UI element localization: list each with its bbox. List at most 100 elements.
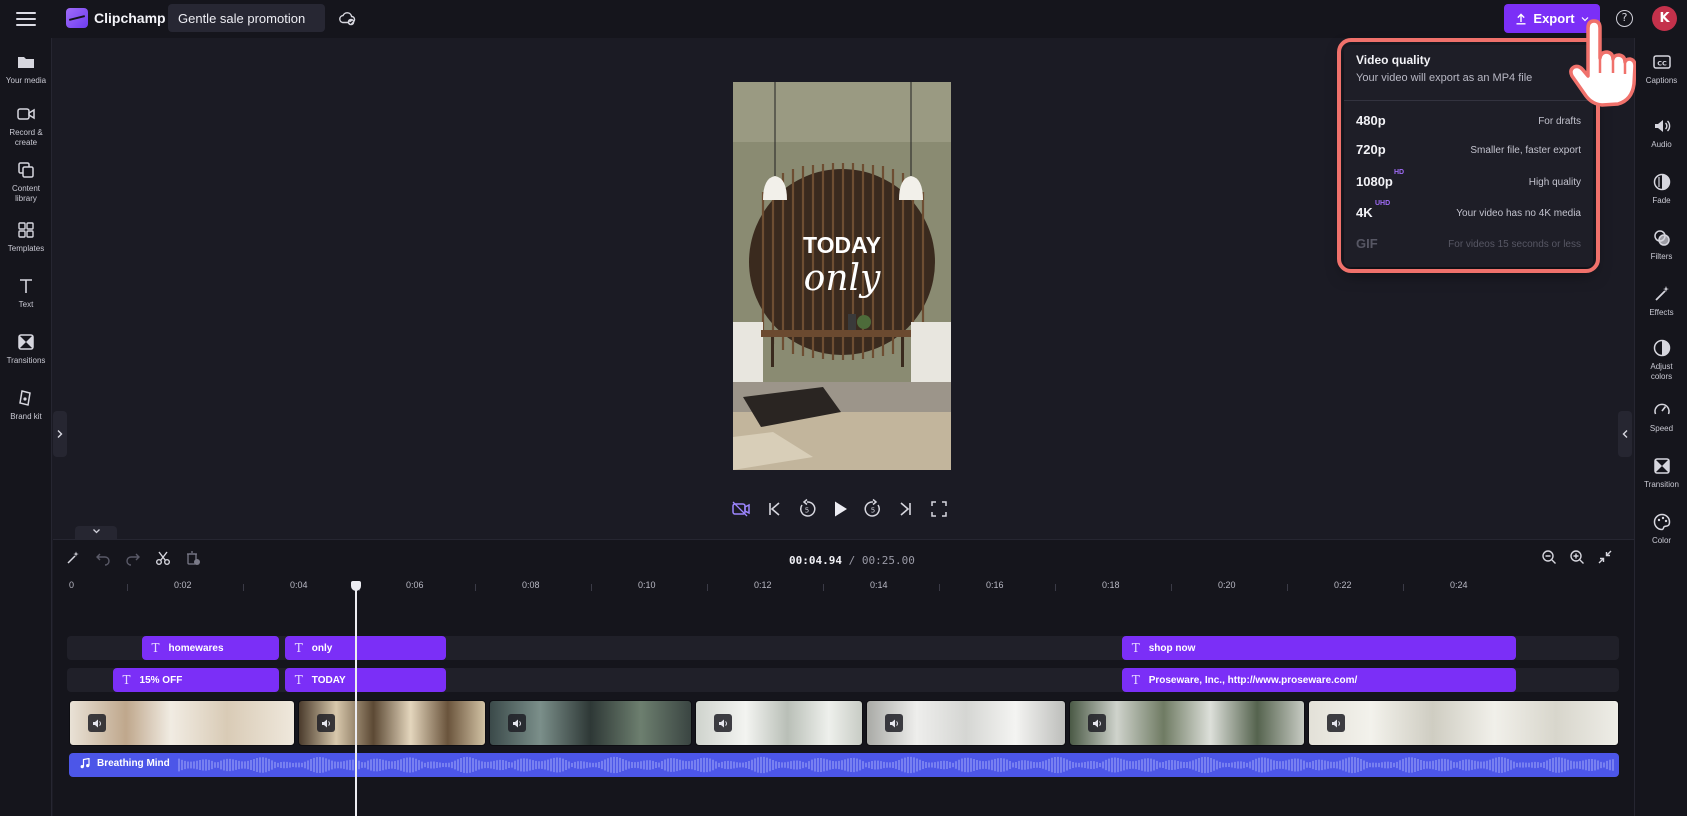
speaker-icon[interactable] xyxy=(1327,714,1345,732)
ruler-label: 0:04 xyxy=(290,580,308,590)
fit-timeline-icon[interactable] xyxy=(1597,549,1613,565)
sidebar-item-label: Fade xyxy=(1652,196,1671,205)
skip-forward-icon[interactable] xyxy=(895,498,917,520)
sidebar-item-filters[interactable]: Filters xyxy=(1635,228,1687,262)
text-clip[interactable]: Thomewares xyxy=(141,636,279,660)
text-type-icon: T xyxy=(122,673,131,687)
ruler-label: 0 xyxy=(69,580,75,590)
sidebar-item-captions[interactable]: CC Captions xyxy=(1635,52,1687,86)
fade-icon xyxy=(1653,173,1670,191)
library-icon xyxy=(18,162,34,178)
hand-pointer-icon xyxy=(1569,19,1636,107)
svg-text:5: 5 xyxy=(871,507,875,515)
right-sidebar: CC Captions Audio Fade Filters Effects A… xyxy=(1634,38,1687,816)
sidebar-item-text[interactable]: Text xyxy=(0,276,52,310)
skip-back-icon[interactable] xyxy=(763,498,785,520)
text-type-icon: T xyxy=(294,641,303,655)
scissors-icon[interactable] xyxy=(155,550,171,566)
video-clip-5[interactable] xyxy=(866,700,1066,746)
sidebar-item-your-media[interactable]: Your media xyxy=(0,52,52,86)
play-icon[interactable] xyxy=(829,498,851,520)
ruler-label: 0:22 xyxy=(1334,580,1352,590)
sidebar-item-label: Content library xyxy=(11,184,41,203)
video-clip-4[interactable] xyxy=(695,700,863,746)
text-clip[interactable]: T 15% OFF xyxy=(112,668,279,692)
highlight-outline xyxy=(1337,38,1600,273)
zoom-out-icon[interactable] xyxy=(1541,549,1557,565)
top-bar: Clipchamp Gentle sale promotion Export ?… xyxy=(0,0,1687,38)
filters-icon xyxy=(1653,230,1670,246)
text-clip[interactable]: T Proseware, Inc., http://www.proseware.c… xyxy=(1121,668,1517,692)
magic-camera-icon[interactable] xyxy=(730,498,752,520)
timeline-collapse-tab[interactable] xyxy=(75,526,117,540)
ruler-tick xyxy=(1403,584,1404,591)
video-clip-3[interactable] xyxy=(489,700,692,746)
avatar[interactable]: K xyxy=(1652,6,1677,31)
video-preview[interactable]: TODAY only xyxy=(733,82,951,470)
sidebar-item-brand-kit[interactable]: Brand kit xyxy=(0,388,52,422)
sidebar-item-content-library[interactable]: Content library xyxy=(0,160,52,204)
playhead-handle[interactable] xyxy=(350,581,361,591)
playhead[interactable] xyxy=(354,582,357,816)
upload-icon xyxy=(1516,12,1526,24)
timeline-tools xyxy=(65,550,201,566)
audio-clip[interactable]: Breathing Mind xyxy=(69,753,1619,777)
sidebar-item-transitions[interactable]: Transitions xyxy=(0,332,52,366)
sidebar-item-label: Effects xyxy=(1649,308,1674,317)
redo-icon[interactable] xyxy=(125,550,141,566)
speaker-icon[interactable] xyxy=(714,714,732,732)
sidebar-item-adjust-colors[interactable]: Adjust colors xyxy=(1635,338,1687,382)
total-time: / 00:25.00 xyxy=(848,554,915,567)
sidebar-item-speed[interactable]: Speed xyxy=(1635,400,1687,434)
sidebar-item-templates[interactable]: Templates xyxy=(0,220,52,254)
right-panel-expand-tab[interactable] xyxy=(1618,411,1632,457)
current-time: 00:04.94 xyxy=(789,554,842,567)
music-note-icon xyxy=(80,758,90,769)
rewind-5-icon[interactable]: 5 xyxy=(796,498,818,520)
speedometer-icon xyxy=(1653,403,1670,415)
speaker-icon[interactable] xyxy=(885,714,903,732)
text-clip[interactable]: Tonly xyxy=(284,636,446,660)
ruler-label: 0:08 xyxy=(522,580,540,590)
video-clip-1[interactable] xyxy=(69,700,295,746)
left-panel-expand-tab[interactable] xyxy=(53,411,67,457)
sidebar-item-record-create[interactable]: Record & create xyxy=(0,104,52,148)
folder-icon xyxy=(18,57,34,68)
sidebar-item-transition[interactable]: Transition xyxy=(1635,456,1687,490)
speaker-icon[interactable] xyxy=(88,714,106,732)
ruler-tick xyxy=(823,584,824,591)
project-title-input[interactable]: Gentle sale promotion xyxy=(168,4,325,32)
forward-5-icon[interactable]: 5 xyxy=(862,498,884,520)
text-clip[interactable]: Tshop now xyxy=(1121,636,1517,660)
magic-edit-icon[interactable] xyxy=(65,550,81,566)
ruler-tick xyxy=(1171,584,1172,591)
text-clip[interactable]: T TODAY xyxy=(284,668,446,692)
time-ruler[interactable]: 0 0:02 0:04 0:06 0:08 0:10 0:12 0:14 0:16 0:18 0:2… xyxy=(53,580,1634,600)
timecode: 00:04.94 / 00:25.00 xyxy=(789,554,915,567)
video-clip-6[interactable] xyxy=(1069,700,1305,746)
hamburger-menu-icon[interactable] xyxy=(16,9,36,29)
text-icon xyxy=(20,279,32,293)
sidebar-item-effects[interactable]: Effects xyxy=(1635,284,1687,318)
ruler-tick xyxy=(1287,584,1288,591)
text-clip-label: homewares xyxy=(168,642,224,654)
ruler-label: 0:06 xyxy=(406,580,424,590)
text-clip-label: Proseware, Inc., http://www.proseware.co… xyxy=(1148,674,1358,686)
cloud-sync-icon[interactable] xyxy=(338,9,356,27)
text-type-icon: T xyxy=(151,641,160,655)
sidebar-item-fade[interactable]: Fade xyxy=(1635,172,1687,206)
sidebar-item-label: Templates xyxy=(7,244,45,253)
speaker-icon[interactable] xyxy=(1088,714,1106,732)
fullscreen-icon[interactable] xyxy=(928,498,950,520)
ruler-tick xyxy=(127,584,128,591)
delete-icon[interactable] xyxy=(185,550,201,566)
video-clip-7[interactable] xyxy=(1308,700,1619,746)
wand-icon xyxy=(1654,286,1669,301)
video-clip-2[interactable] xyxy=(298,700,486,746)
speaker-icon[interactable] xyxy=(508,714,526,732)
sidebar-item-audio[interactable]: Audio xyxy=(1635,116,1687,150)
zoom-in-icon[interactable] xyxy=(1569,549,1585,565)
undo-icon[interactable] xyxy=(95,550,111,566)
speaker-icon[interactable] xyxy=(317,714,335,732)
sidebar-item-color[interactable]: Color xyxy=(1635,512,1687,546)
